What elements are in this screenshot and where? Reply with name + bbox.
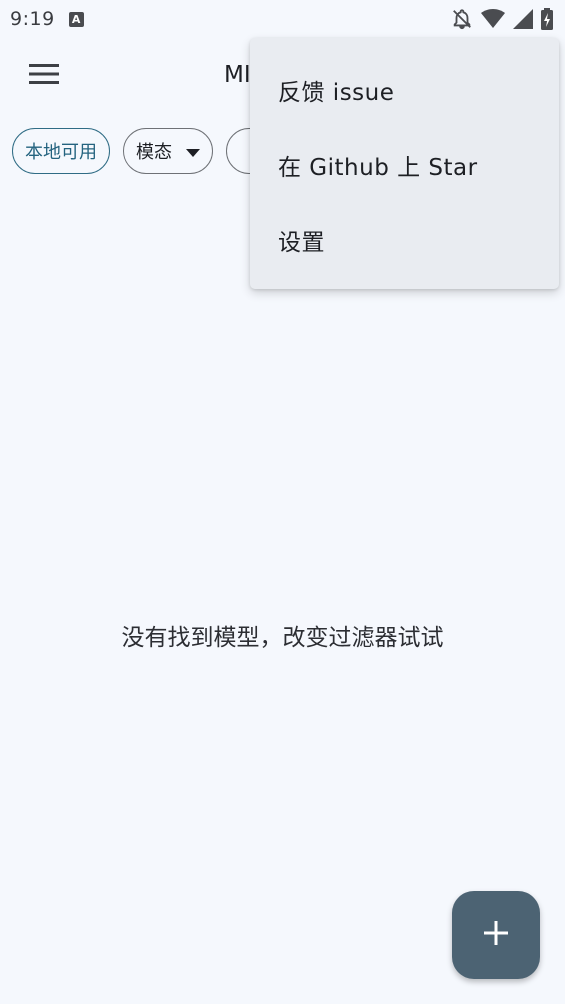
screen: 9:19 A MI 本地可用 模态 没有找到模型，改变过滤器试试 反馈 issu… [0,0,565,1004]
status-bar: 9:19 A [0,0,565,38]
filter-chip-local-available[interactable]: 本地可用 [12,128,110,174]
wifi-icon [481,9,505,29]
app-indicator-icon: A [68,11,84,27]
navigation-menu-button[interactable] [18,54,70,98]
chip-label: 本地可用 [25,142,97,163]
empty-state-message: 没有找到模型，改变过滤器试试 [121,625,444,651]
app-title: MI [224,62,251,88]
menu-item-feedback-issue[interactable]: 反馈 issue [250,52,559,127]
filter-chip-modality[interactable]: 模态 [123,128,213,174]
plus-icon [483,920,509,950]
menu-item-settings[interactable]: 设置 [250,202,559,277]
hamburger-menu-icon [28,62,60,90]
filter-chip-row: 本地可用 模态 [12,126,286,176]
cellular-signal-icon [513,9,533,29]
add-model-fab[interactable] [452,891,540,979]
chip-label: 模态 [136,142,172,163]
menu-item-star-on-github[interactable]: 在 Github 上 Star [250,127,559,202]
status-time: 9:19 [10,8,55,30]
dropdown-arrow-icon [186,141,200,162]
overflow-menu: 反馈 issue 在 Github 上 Star 设置 [250,38,559,289]
battery-charging-icon [541,8,553,30]
notifications-off-icon [451,8,473,30]
